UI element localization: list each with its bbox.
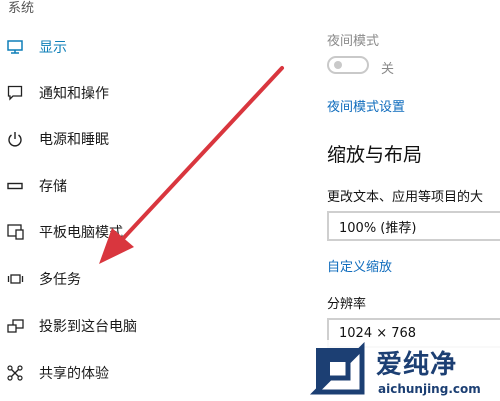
scale-select[interactable]: 100% (推荐) (327, 211, 500, 241)
sidebar-item-shared-experiences[interactable]: 共享的体验 (0, 358, 290, 388)
scale-select-value: 100% (推荐) (339, 220, 417, 236)
sidebar-item-display[interactable]: 显示 (0, 32, 290, 62)
shared-experience-icon (6, 364, 24, 382)
sidebar-item-label: 投影到这台电脑 (39, 319, 137, 335)
sidebar-item-label: 电源和睡眠 (39, 132, 109, 148)
sidebar-item-power[interactable]: 电源和睡眠 (0, 124, 290, 154)
sidebar-item-tablet-mode[interactable]: 平板电脑模式 (0, 217, 290, 247)
sidebar-item-notifications[interactable]: 通知和操作 (0, 78, 290, 108)
sidebar-item-label: 共享的体验 (39, 366, 109, 382)
sidebar-item-storage[interactable]: 存储 (0, 171, 290, 201)
tablet-mode-icon (6, 223, 24, 241)
sidebar-item-label: 存储 (39, 179, 67, 195)
text-size-label: 更改文本、应用等项目的大 (327, 190, 484, 205)
watermark: 爱纯净 aichunjing.com (306, 340, 500, 401)
sidebar: 系统 显示 通知和操作 电源和睡眠 存储 平板电脑模式 多任务 投影到这台电脑 … (0, 0, 290, 401)
resolution-label: 分辨率 (327, 297, 367, 312)
sidebar-item-label: 平板电脑模式 (39, 225, 123, 241)
sidebar-item-label: 多任务 (39, 272, 81, 288)
projection-icon (6, 317, 24, 335)
power-icon (6, 130, 24, 148)
custom-scale-link[interactable]: 自定义缩放 (327, 256, 392, 275)
message-icon (6, 84, 24, 102)
sidebar-item-label: 通知和操作 (39, 86, 109, 102)
watermark-url: aichunjing.com (378, 382, 481, 396)
multitasking-icon (6, 270, 24, 288)
watermark-logo-icon (309, 342, 365, 395)
storage-icon (6, 177, 24, 195)
night-mode-settings-link[interactable]: 夜间模式设置 (327, 96, 405, 115)
watermark-brand: 爱纯净 (376, 350, 458, 380)
sidebar-item-label: 显示 (39, 40, 67, 56)
scale-layout-title: 缩放与布局 (327, 144, 423, 166)
night-mode-toggle[interactable] (327, 56, 369, 74)
sidebar-header: 系统 (8, 1, 35, 16)
toggle-knob (334, 61, 342, 69)
resolution-select-value: 1024 × 768 (339, 325, 417, 341)
night-mode-label: 夜间模式 (327, 34, 380, 49)
night-mode-state: 关 (381, 62, 395, 77)
sidebar-item-projection[interactable]: 投影到这台电脑 (0, 311, 290, 341)
sidebar-item-multitasking[interactable]: 多任务 (0, 264, 290, 294)
monitor-icon (6, 38, 24, 56)
